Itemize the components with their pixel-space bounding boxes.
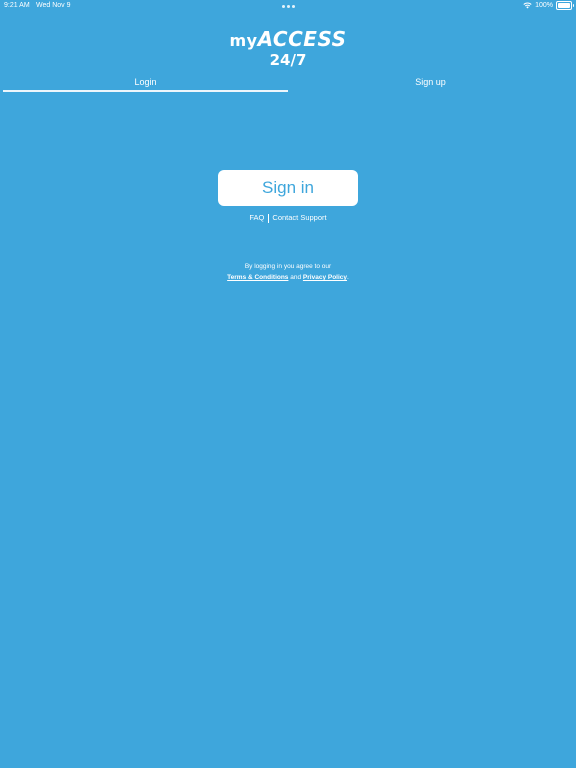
link-divider [268, 213, 270, 223]
status-time: 9:21 AM [4, 2, 30, 9]
logo-hours-text: 24/7 [269, 51, 307, 69]
battery-icon [556, 1, 574, 10]
app-logo: myACCESS 24/7 [0, 28, 576, 68]
tab-selected-indicator [3, 90, 288, 92]
legal-intro-text: By logging in you agree to our [244, 263, 332, 270]
status-date: Wed Nov 9 [36, 2, 71, 9]
battery-percent: 100% [535, 2, 553, 9]
status-bar: 9:21 AM Wed Nov 9 100% [0, 0, 576, 12]
contact-support-link[interactable]: Contact Support [272, 213, 326, 222]
logo-access-text: ACCESS [257, 27, 347, 51]
terms-link[interactable]: Terms & Conditions [227, 274, 288, 281]
sign-in-button[interactable]: Sign in [218, 170, 358, 206]
help-links: FAQ Contact Support [0, 213, 576, 223]
status-indicators: 100% [523, 1, 574, 10]
logo-my-text: my [229, 31, 258, 50]
faq-link[interactable]: FAQ [249, 213, 264, 222]
legal-and-text: and [290, 274, 302, 281]
privacy-policy-link[interactable]: Privacy Policy [303, 274, 347, 281]
legal-period: . [347, 274, 349, 281]
wifi-icon [523, 2, 532, 9]
multitasking-handle-icon[interactable] [282, 5, 295, 8]
legal-notice: By logging in you agree to our Terms & C… [0, 261, 576, 283]
tab-sign-up[interactable]: Sign up [288, 76, 573, 92]
